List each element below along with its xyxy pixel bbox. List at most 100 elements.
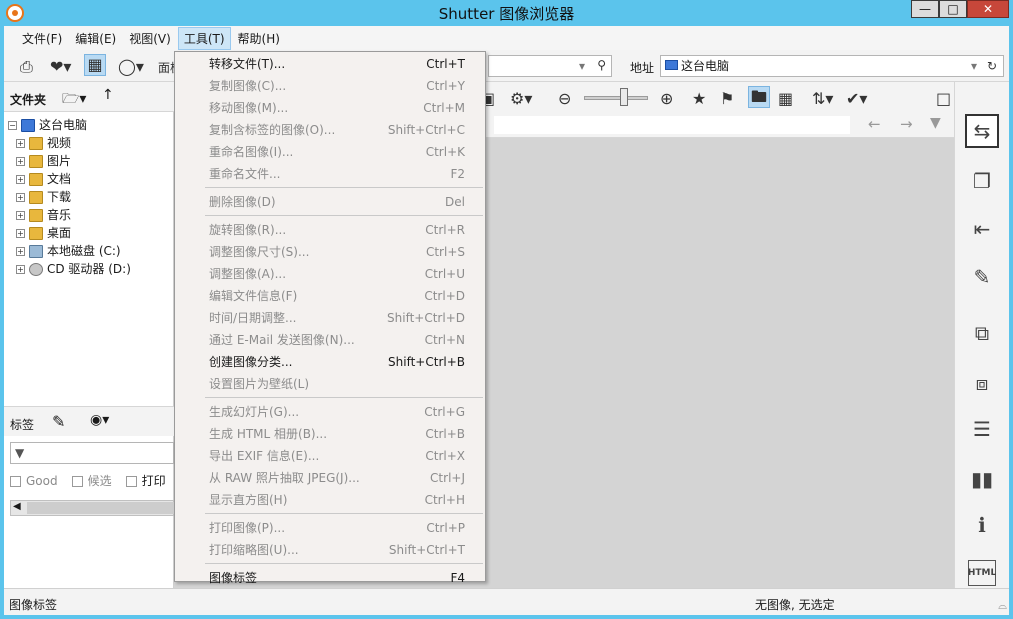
menu-item-label: 图像标签 xyxy=(209,571,258,585)
chevron-down-icon[interactable]: ▾ xyxy=(971,56,977,76)
tree-item-label: 桌面 xyxy=(47,226,72,240)
star-icon[interactable]: ★ xyxy=(692,89,706,108)
zoom-in-icon[interactable]: ⊕ xyxy=(660,89,673,108)
folder-open-icon[interactable]: 🗁▾ xyxy=(62,88,86,112)
menu-item-shortcut: Ctrl+D xyxy=(424,289,465,303)
expand-icon[interactable]: + xyxy=(16,265,25,274)
expand-icon[interactable]: + xyxy=(16,247,25,256)
checkbox-box[interactable] xyxy=(71,476,83,487)
menu-item[interactable]: 创建图像分类... Shift+Ctrl+B xyxy=(175,351,485,373)
scroll-left-icon[interactable]: ◀ xyxy=(13,501,21,512)
tag-filter-input[interactable]: ▼ xyxy=(10,442,174,464)
calendar-icon[interactable]: ▦ xyxy=(778,89,793,108)
zoom-out-icon[interactable]: ⊖ xyxy=(558,89,571,108)
menu-item-shortcut: Shift+Ctrl+B xyxy=(388,355,465,369)
address-bar[interactable]: 这台电脑 ▾ ↻ xyxy=(660,55,1004,77)
checkbox-box[interactable] xyxy=(10,476,21,487)
resize-icon[interactable]: ⧈ xyxy=(965,366,999,400)
globe-icon[interactable]: ◯▾ xyxy=(118,57,144,76)
clear-filter-icon[interactable]: ▼ xyxy=(930,115,941,131)
copy-icon[interactable]: ❐ xyxy=(965,164,999,198)
expand-icon[interactable]: + xyxy=(16,211,25,220)
cd-drive-icon xyxy=(29,263,43,276)
menu-item-label: 移动图像(M)... xyxy=(209,101,289,115)
transfer-icon[interactable]: ⇆ xyxy=(965,114,999,148)
menu-item-shortcut: Ctrl+M xyxy=(423,101,465,115)
back-arrow-icon[interactable]: ← xyxy=(868,115,881,133)
thumbnail-view-icon[interactable]: ▦ xyxy=(84,54,106,76)
tree-item-label: 图片 xyxy=(47,154,72,168)
tag-checkbox[interactable]: 打印 xyxy=(125,474,166,488)
menu-tools[interactable]: 工具(T) xyxy=(177,26,231,50)
tree-item[interactable]: + 图片 xyxy=(8,152,131,170)
minimize-button[interactable]: — xyxy=(911,0,939,18)
menu-view[interactable]: 视图(V) xyxy=(123,27,177,50)
search-icon[interactable]: ⚲ xyxy=(597,58,606,72)
menu-item-label: 通过 E-Mail 发送图像(N)... xyxy=(209,333,355,347)
menu-file[interactable]: 文件(F) xyxy=(16,27,68,50)
edit-tag-icon[interactable]: ✎ xyxy=(52,412,65,431)
gear-icon[interactable]: ⚙▾ xyxy=(510,89,532,108)
adjust-icon[interactable]: ☰ xyxy=(965,412,999,446)
scroll-thumb[interactable] xyxy=(27,502,175,514)
resize-grip-icon[interactable]: ⌓ xyxy=(998,599,1007,613)
menu-item-shortcut: Ctrl+H xyxy=(424,493,465,507)
info-icon[interactable]: ℹ xyxy=(965,508,999,542)
expand-icon[interactable]: + xyxy=(16,229,25,238)
tag-checkbox[interactable]: Good xyxy=(10,474,58,488)
menu-item[interactable]: 转移文件(T)... Ctrl+T xyxy=(175,53,485,75)
menu-item: 通过 E-Mail 发送图像(N)... Ctrl+N xyxy=(175,329,485,351)
tag-menu-icon[interactable]: ◉▾ xyxy=(90,412,109,428)
expand-icon[interactable]: + xyxy=(16,139,25,148)
tree-item[interactable]: + 下载 xyxy=(8,188,131,206)
menu-item: 调整图像(A)... Ctrl+U xyxy=(175,263,485,285)
menu-item[interactable]: 图像标签 F4 xyxy=(175,567,485,589)
menu-item-label: 生成幻灯片(G)... xyxy=(209,405,300,419)
tree-item-label: 这台电脑 xyxy=(39,118,88,132)
tree-item[interactable]: + 桌面 xyxy=(8,224,131,242)
expand-icon[interactable]: + xyxy=(16,193,25,202)
menu-item-shortcut: Ctrl+Y xyxy=(426,79,465,93)
tree-item[interactable]: + 音乐 xyxy=(8,206,131,224)
tag-checkbox[interactable]: 候选 xyxy=(71,474,112,488)
zoom-slider-thumb[interactable] xyxy=(620,88,628,106)
up-arrow-icon[interactable]: ↑ xyxy=(102,87,114,103)
maximize-panel-icon[interactable]: □ xyxy=(936,89,951,108)
print-icon[interactable]: ⎙ xyxy=(20,57,33,77)
tree-item[interactable]: + 视频 xyxy=(8,134,131,152)
menu-item: 复制图像(C)... Ctrl+Y xyxy=(175,75,485,97)
folder-view-icon[interactable]: 🖿 xyxy=(748,86,770,108)
slideshow-icon[interactable]: ⧉ xyxy=(965,316,999,350)
maximize-button[interactable]: □ xyxy=(939,0,967,18)
path-field[interactable] xyxy=(494,116,850,134)
tree-item[interactable]: + 本地磁盘 (C:) xyxy=(8,242,131,260)
check-circle-icon[interactable]: ✔▾ xyxy=(846,89,867,108)
edit-icon[interactable]: ✎ xyxy=(965,260,999,294)
refresh-icon[interactable]: ↻ xyxy=(987,56,997,76)
tree-item[interactable]: − 这台电脑 xyxy=(8,116,131,134)
menu-item-shortcut: Ctrl+R xyxy=(425,223,465,237)
tree-item[interactable]: + 文档 xyxy=(8,170,131,188)
sort-icon[interactable]: ⇅▾ xyxy=(812,89,833,108)
menu-item-shortcut: Ctrl+J xyxy=(430,471,465,485)
menu-help[interactable]: 帮助(H) xyxy=(232,27,286,50)
checkbox-box[interactable] xyxy=(125,476,137,487)
horizontal-scrollbar[interactable]: ◀ xyxy=(10,500,175,516)
expand-icon[interactable]: + xyxy=(16,175,25,184)
downloads-folder-icon xyxy=(29,191,43,204)
menu-edit[interactable]: 编辑(E) xyxy=(69,27,122,50)
tag-icon[interactable]: ⚑ xyxy=(720,89,734,108)
tree-item[interactable]: + CD 驱动器 (D:) xyxy=(8,260,131,278)
search-input[interactable]: ▾ ⚲ xyxy=(488,55,612,77)
histogram-icon[interactable]: ▮▮ xyxy=(965,462,999,496)
heart-icon[interactable]: ❤▾ xyxy=(50,57,71,76)
expand-icon[interactable]: + xyxy=(16,157,25,166)
html-icon[interactable]: HTML xyxy=(968,560,996,586)
zoom-slider-track[interactable] xyxy=(584,96,648,100)
move-icon[interactable]: ⇤ xyxy=(965,212,999,246)
forward-arrow-icon[interactable]: → xyxy=(900,115,913,133)
chevron-down-icon[interactable]: ▾ xyxy=(579,59,585,73)
close-button[interactable]: ✕ xyxy=(967,0,1009,18)
collapse-icon[interactable]: − xyxy=(8,121,17,130)
menu-item-shortcut: Ctrl+S xyxy=(425,245,465,259)
